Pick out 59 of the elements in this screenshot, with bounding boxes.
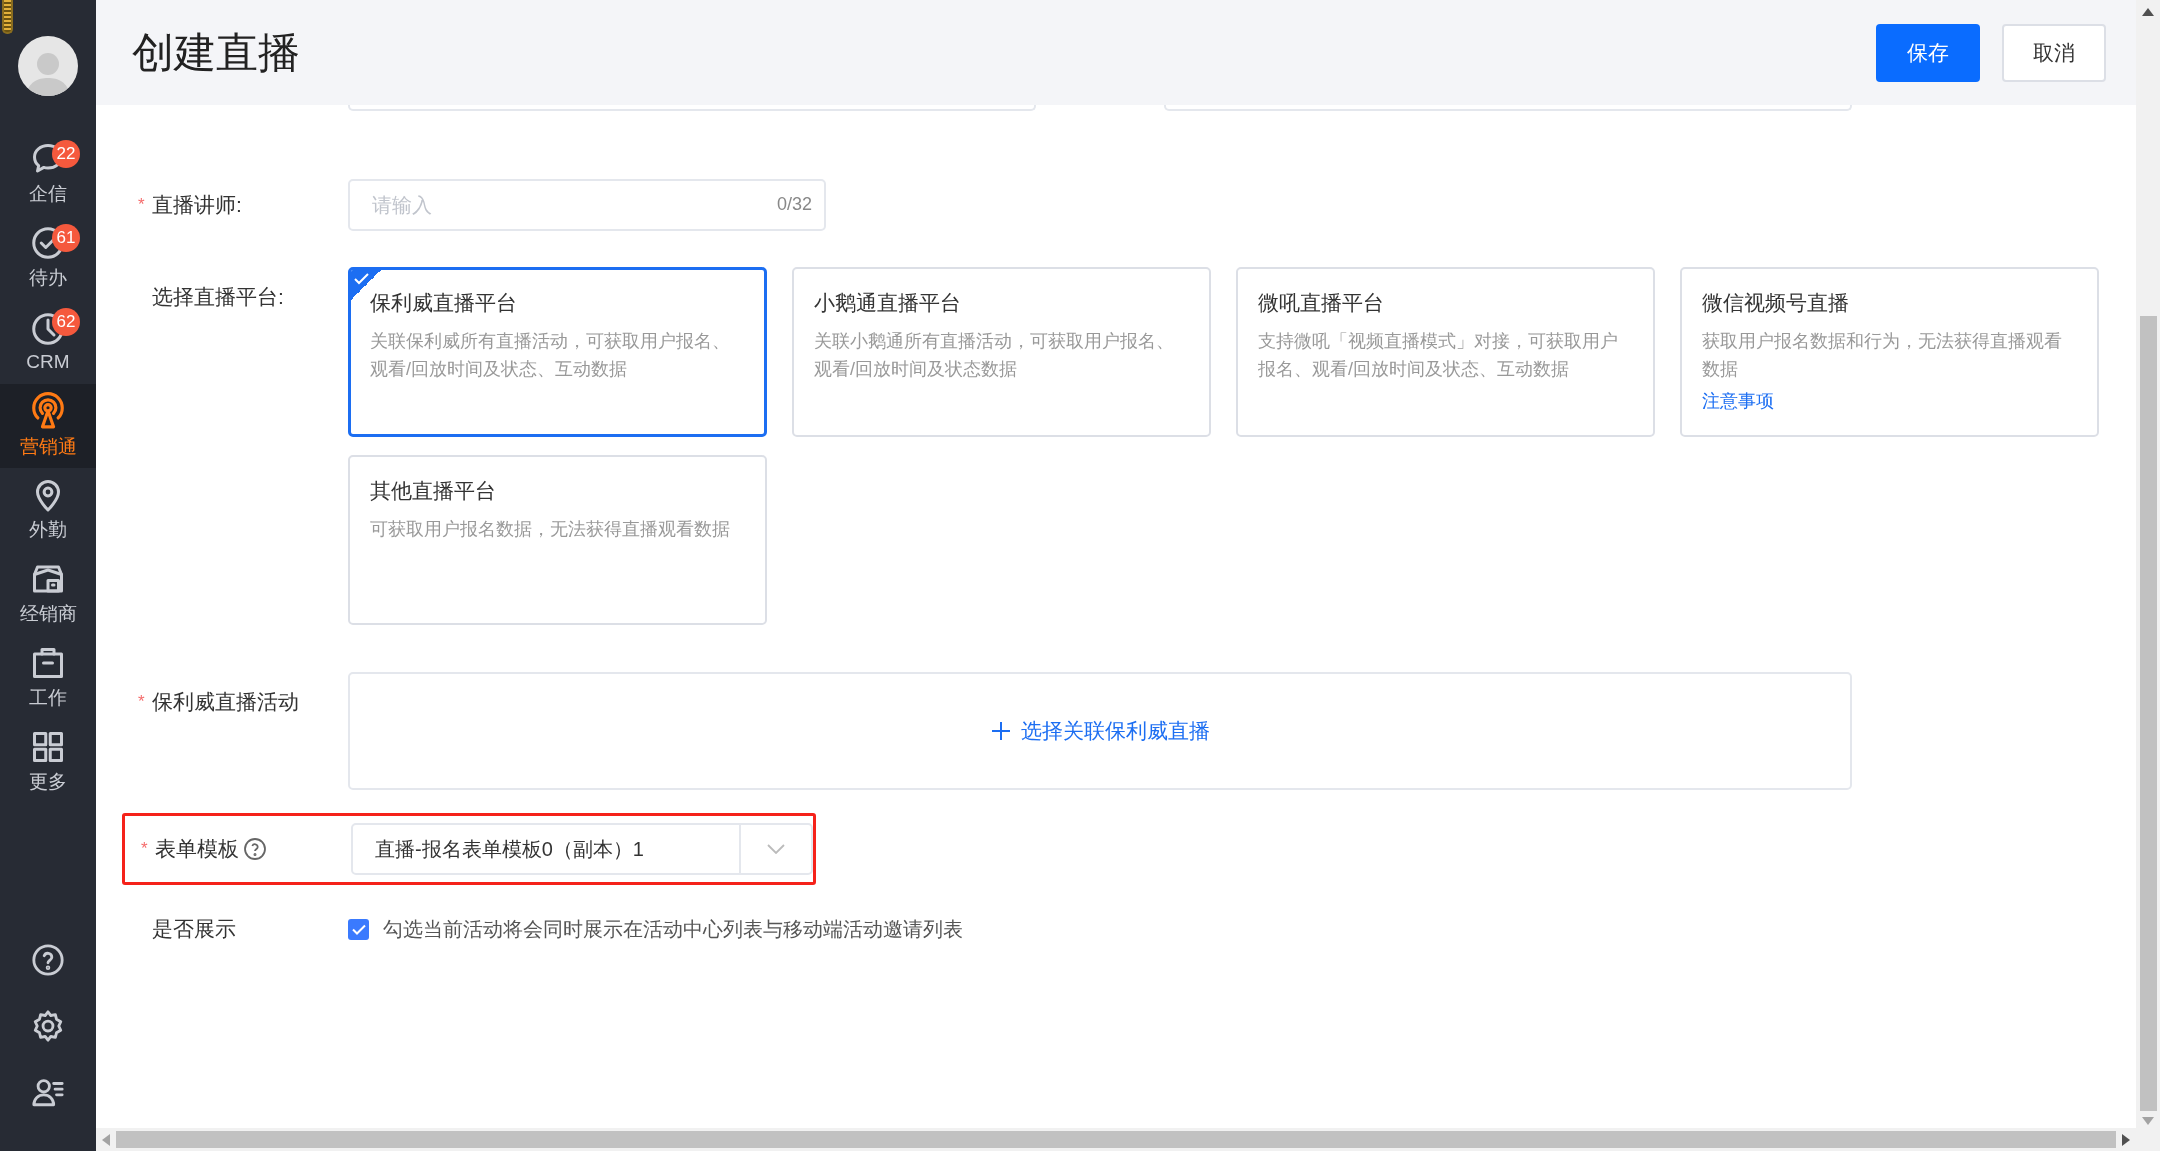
help-icon[interactable] — [243, 837, 267, 861]
briefcase-icon — [30, 645, 66, 681]
ruler-icon — [2, 0, 13, 34]
card-title: 其他直播平台 — [370, 478, 497, 504]
horizontal-scrollbar[interactable] — [96, 1128, 2160, 1151]
platform-card[interactable]: 保利威直播平台 关联保利威所有直播活动，可获取用户报名、观看/回放时间及状态、互动数据 — [348, 267, 767, 437]
field-label: 是否展示 — [152, 916, 236, 942]
platform-card[interactable]: 微吼直播平台 支持微吼「视频直播模式」对接，可获取用户报名、观看/回放时间及状态、互动数据 — [1236, 267, 1655, 437]
template-select[interactable]: 直播-报名表单模板0（副本）1 — [351, 823, 813, 875]
char-counter: 0/32 — [776, 194, 812, 215]
field-label: 表单模板 — [155, 836, 239, 862]
settings-icon[interactable] — [31, 1009, 65, 1043]
checkbox[interactable] — [348, 918, 369, 940]
broadcast-icon — [29, 392, 67, 430]
sidebar-item[interactable]: 更多 — [0, 720, 96, 804]
sidebar-item[interactable]: 经销商 — [0, 552, 96, 636]
required-mark: * — [138, 195, 146, 215]
required-mark: * — [141, 839, 149, 859]
chevron-down-icon — [767, 844, 785, 854]
card-description: 获取用户报名数据和行为，无法获得直播观看数据 — [1702, 330, 2063, 381]
scroll-right-icon[interactable] — [2122, 1133, 2130, 1146]
checkmark-icon — [351, 923, 366, 935]
card-title: 小鹅通直播平台 — [814, 290, 962, 316]
select-field[interactable] — [348, 105, 1036, 111]
avatar[interactable] — [18, 36, 78, 96]
grid-icon — [30, 729, 66, 765]
field-label: 直播讲师: — [152, 192, 242, 218]
vertical-scrollbar[interactable] — [2136, 0, 2160, 1128]
save-button[interactable]: 保存 — [1876, 23, 1980, 82]
sidebar-item[interactable]: 待办 61 — [0, 216, 96, 300]
card-description: 关联小鹅通所有直播活动，可获取用户报名、观看/回放时间及状态数据 — [814, 330, 1175, 381]
plus-icon — [990, 721, 1011, 741]
notice-link[interactable]: 注意事项 — [1702, 389, 1774, 413]
page-title: 创建直播 — [132, 27, 301, 78]
card-description: 关联保利威所有直播活动，可获取用户报名、观看/回放时间及状态、互动数据 — [370, 330, 731, 381]
count-badge: 62 — [52, 308, 80, 336]
select-activity-link[interactable]: 选择关联保利威直播 — [990, 717, 1210, 745]
sidebar-item[interactable]: 营销通 — [0, 384, 96, 468]
scroll-up-icon[interactable] — [2142, 8, 2154, 16]
cancel-button[interactable]: 取消 — [2002, 23, 2106, 82]
sidebar-item[interactable]: 外勤 — [0, 468, 96, 552]
sidebar-item[interactable]: CRM 62 — [0, 300, 96, 384]
count-badge: 61 — [52, 224, 80, 252]
card-title: 微信视频号直播 — [1702, 290, 1850, 316]
select-field[interactable] — [1164, 105, 1852, 111]
card-description: 支持微吼「视频直播模式」对接，可获取用户报名、观看/回放时间及状态、互动数据 — [1258, 330, 1619, 381]
card-title: 保利威直播平台 — [370, 290, 518, 316]
field-label: 选择直播平台: — [152, 284, 284, 310]
field-label: 保利威直播活动 — [152, 689, 299, 715]
platform-card[interactable]: 微信视频号直播 获取用户报名数据和行为，无法获得直播观看数据 注意事项 — [1680, 267, 2099, 437]
sidebar-item[interactable]: 企信 22 — [0, 132, 96, 216]
platform-card[interactable]: 其他直播平台 可获取用户报名数据，无法获得直播观看数据 — [348, 455, 767, 625]
sidebar-item[interactable]: 工作 — [0, 636, 96, 720]
card-description: 可获取用户报名数据，无法获得直播观看数据 — [370, 518, 731, 541]
platform-card[interactable]: 小鹅通直播平台 关联小鹅通所有直播活动，可获取用户报名、观看/回放时间及状态数据 — [792, 267, 1211, 437]
checkbox-label: 勾选当前活动将会同时展示在活动中心列表与移动端活动邀请列表 — [383, 916, 963, 942]
card-title: 微吼直播平台 — [1258, 290, 1385, 316]
required-mark: * — [138, 692, 146, 712]
count-badge: 22 — [52, 140, 80, 168]
